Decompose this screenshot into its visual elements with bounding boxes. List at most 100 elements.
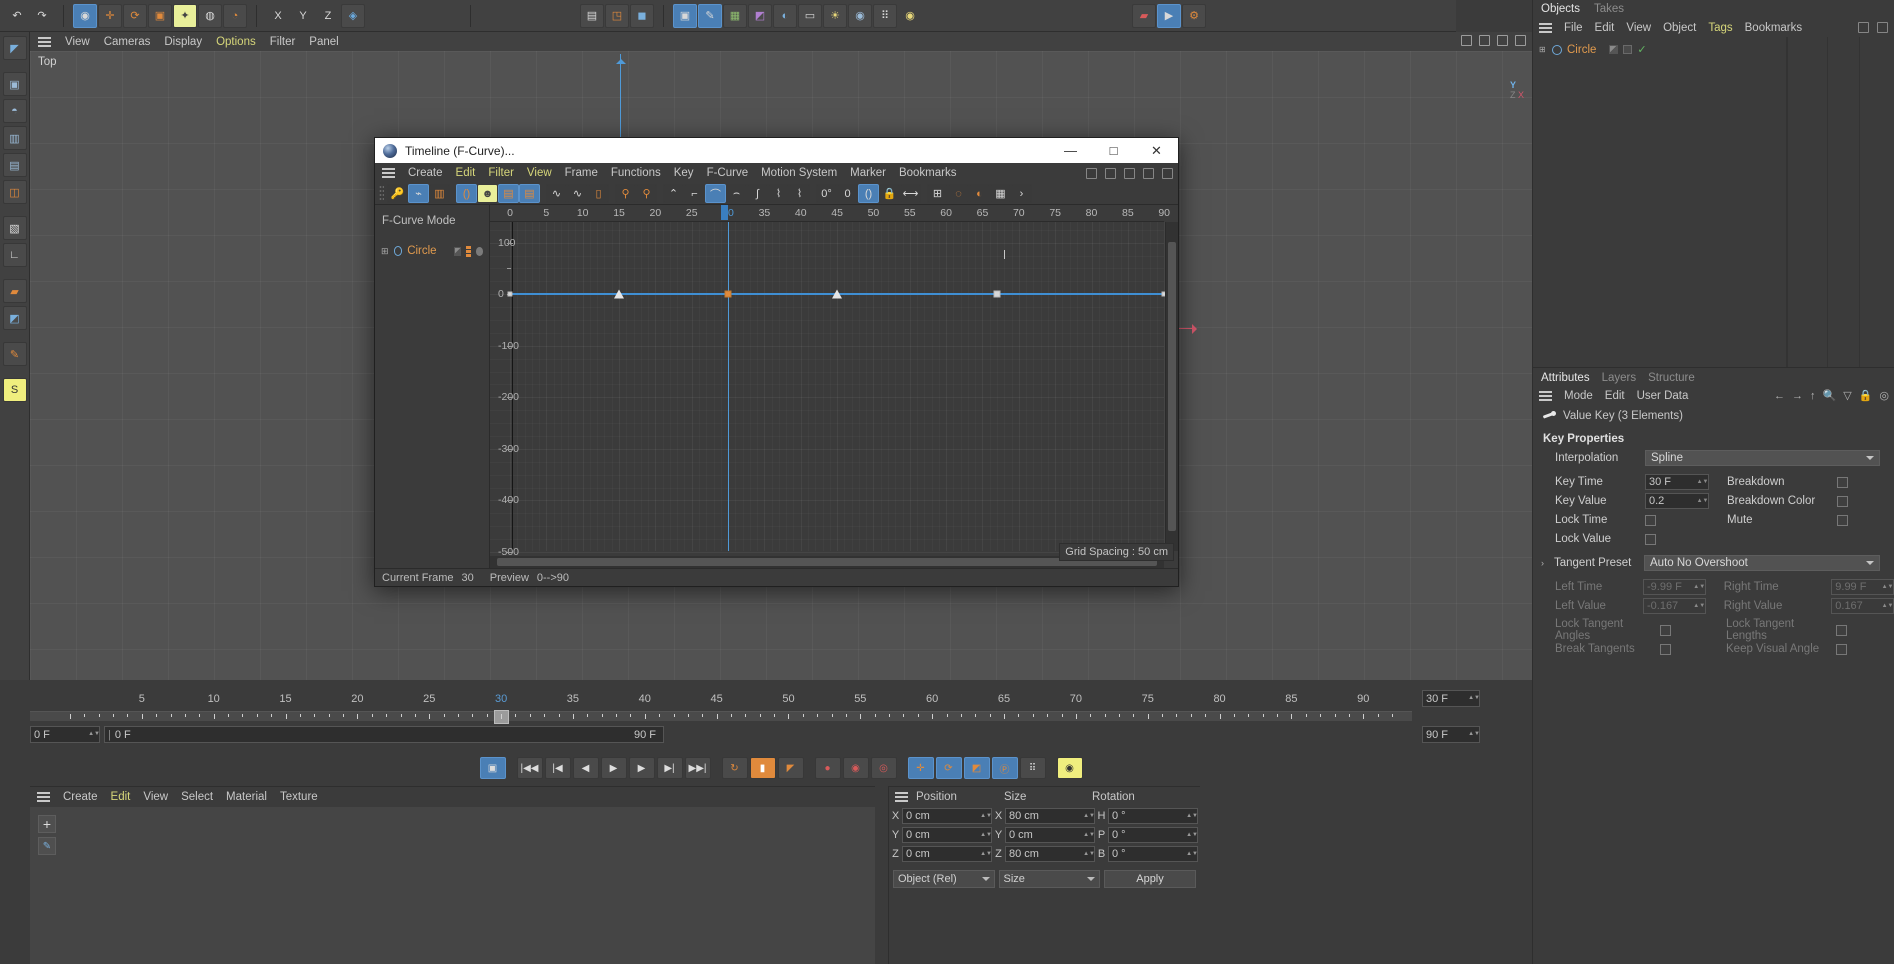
soft-icon[interactable]: ◌: [948, 184, 969, 203]
fcurve-menu-key[interactable]: Key: [674, 167, 694, 179]
keyframe-marker-45[interactable]: [832, 289, 843, 299]
single-view-icon[interactable]: [1479, 35, 1490, 46]
stepper-icon[interactable]: ▲▼: [1697, 494, 1709, 508]
stepper-icon[interactable]: ▲▼: [1693, 599, 1705, 613]
timeline-current-field[interactable]: | 0 F 90 F: [104, 726, 664, 743]
hamburger-icon[interactable]: [382, 168, 395, 178]
viewport-menu-cameras[interactable]: Cameras: [104, 36, 151, 48]
mute-checkbox[interactable]: [1837, 514, 1848, 526]
snap-icon[interactable]: ▦: [990, 184, 1011, 203]
fcurve-object-row[interactable]: ⊞ Circle: [375, 240, 489, 262]
world-axis-icon[interactable]: ✦: [173, 3, 197, 28]
material-menu-select[interactable]: Select: [181, 791, 213, 803]
fcurve-menu-fcurve[interactable]: F-Curve: [707, 167, 749, 179]
workplane-tool-icon[interactable]: ▧: [2, 216, 27, 240]
pin-icon[interactable]: ◎: [1879, 389, 1889, 402]
apply-button[interactable]: Apply: [1104, 870, 1196, 888]
sort-icon[interactable]: [1162, 167, 1173, 179]
coord-mode-select[interactable]: Object (Rel): [893, 870, 995, 888]
fcurve-menu-motion-system[interactable]: Motion System: [761, 167, 837, 179]
maximize-button[interactable]: □: [1092, 138, 1135, 163]
range-field[interactable]: 90 F ▲▼: [1422, 726, 1480, 743]
position-y-field[interactable]: 0 cm ▲▼: [902, 827, 992, 843]
material-area[interactable]: + ✎: [30, 807, 875, 964]
lock-x-icon[interactable]: X: [266, 4, 290, 28]
object-menu-bookmarks[interactable]: Bookmarks: [1745, 22, 1803, 34]
stepper-icon[interactable]: ▲▼: [1468, 728, 1480, 741]
viewport-menu-panel[interactable]: Panel: [309, 36, 338, 48]
refresh-view-icon[interactable]: [1497, 35, 1508, 46]
key-value-field[interactable]: 0.2 ▲▼: [1645, 493, 1709, 509]
keep-visual-angle-checkbox[interactable]: [1836, 643, 1847, 655]
size-z-field[interactable]: 80 cm ▲▼: [1005, 846, 1095, 862]
stepper-icon[interactable]: ▲▼: [980, 829, 992, 841]
expand-icon[interactable]: [1143, 167, 1154, 179]
redo-icon[interactable]: ↷: [30, 4, 54, 28]
keyframe-marker-15[interactable]: [614, 289, 625, 299]
lock-tangent-icon[interactable]: 🔒: [879, 184, 900, 203]
object-menu-tags[interactable]: Tags: [1708, 22, 1732, 34]
stepper-icon[interactable]: ▲▼: [1083, 829, 1095, 841]
edit-tag-icon[interactable]: [1609, 45, 1619, 54]
stepper-icon[interactable]: ▲▼: [1186, 829, 1198, 841]
fcurve-menu-frame[interactable]: Frame: [565, 167, 598, 179]
expand-icon[interactable]: ›: [1541, 558, 1554, 568]
viewport-menu-options[interactable]: Options: [216, 36, 256, 48]
uv-tool-icon[interactable]: ◩: [2, 306, 27, 330]
linear-interp-icon[interactable]: ⌐: [684, 184, 705, 203]
home-icon[interactable]: [1105, 167, 1116, 179]
stepper-icon[interactable]: ▲▼: [1083, 810, 1095, 822]
ease-ease-icon[interactable]: ⌇: [789, 184, 810, 203]
keyframe-marker-67[interactable]: [993, 290, 1001, 298]
expand-icon[interactable]: ⊞: [1539, 45, 1547, 54]
sound-icon[interactable]: ▮: [749, 757, 776, 779]
cube-tool-icon[interactable]: ▣: [2, 72, 27, 96]
fcurve-menu-filter[interactable]: Filter: [488, 167, 514, 179]
lock-z-icon[interactable]: Z: [316, 4, 340, 28]
hamburger-icon[interactable]: [37, 792, 50, 802]
object-name[interactable]: Circle: [1567, 44, 1596, 56]
layout-icon[interactable]: [1877, 22, 1888, 33]
environment-icon[interactable]: ◐: [773, 3, 797, 28]
rotation-b-field[interactable]: 0 ° ▲▼: [1108, 846, 1198, 862]
object-menu-view[interactable]: View: [1626, 22, 1651, 34]
stepper-icon[interactable]: ▲▼: [980, 848, 992, 860]
position-z-field[interactable]: 0 cm ▲▼: [902, 846, 992, 862]
fcurve-menu-bookmarks[interactable]: Bookmarks: [899, 167, 957, 179]
hamburger-icon[interactable]: [1539, 22, 1552, 33]
go-to-start-icon[interactable]: |◀◀: [516, 757, 543, 779]
lock-value-checkbox[interactable]: [1645, 533, 1656, 545]
step-forward-icon[interactable]: ▶: [628, 757, 655, 779]
object-axis-icon[interactable]: ◈: [341, 3, 365, 28]
mograph-icon[interactable]: ⠿: [873, 3, 897, 28]
hamburger-icon[interactable]: [895, 792, 908, 802]
play-forward-icon[interactable]: ▶: [600, 757, 627, 779]
search-icon[interactable]: 🔍: [1823, 389, 1837, 402]
tab-takes[interactable]: Takes: [1594, 3, 1624, 15]
coordinate-system-icon[interactable]: ◍: [198, 3, 222, 28]
stepper-icon[interactable]: ▲▼: [1186, 810, 1198, 822]
hamburger-icon[interactable]: [38, 36, 51, 47]
filter-icon[interactable]: [1124, 167, 1135, 179]
light-icon[interactable]: ☀: [823, 3, 847, 28]
viewport-menu-filter[interactable]: Filter: [270, 36, 296, 48]
hamburger-icon[interactable]: [1539, 390, 1552, 401]
generator-icon[interactable]: ▦: [723, 3, 747, 28]
search-icon[interactable]: [1086, 167, 1097, 179]
render-to-picture-viewer-icon[interactable]: ▤: [580, 3, 604, 28]
spline-interp-icon[interactable]: ⌃: [663, 184, 684, 203]
bend-deformer-icon[interactable]: ◩: [748, 3, 772, 28]
scrollbar-thumb[interactable]: [496, 558, 1158, 566]
rotation-key-icon[interactable]: ⟳: [935, 757, 962, 779]
back-arrow-icon[interactable]: ←: [1774, 390, 1785, 402]
plane-tool-icon[interactable]: ▤: [2, 153, 27, 177]
paint-tool-icon[interactable]: ✎: [2, 342, 27, 366]
step-back-icon[interactable]: ◀: [572, 757, 599, 779]
stepper-icon[interactable]: ▲▼: [1186, 848, 1198, 860]
fcurve-menu-functions[interactable]: Functions: [611, 167, 661, 179]
animation-track[interactable]: [30, 710, 1412, 733]
settings-icon[interactable]: ⚙: [1182, 3, 1206, 28]
tangent-preset-select[interactable]: Auto No Overshoot: [1644, 554, 1880, 571]
scrollbar-thumb[interactable]: [1168, 241, 1176, 532]
zoom-curves-icon[interactable]: ∿: [546, 184, 567, 203]
